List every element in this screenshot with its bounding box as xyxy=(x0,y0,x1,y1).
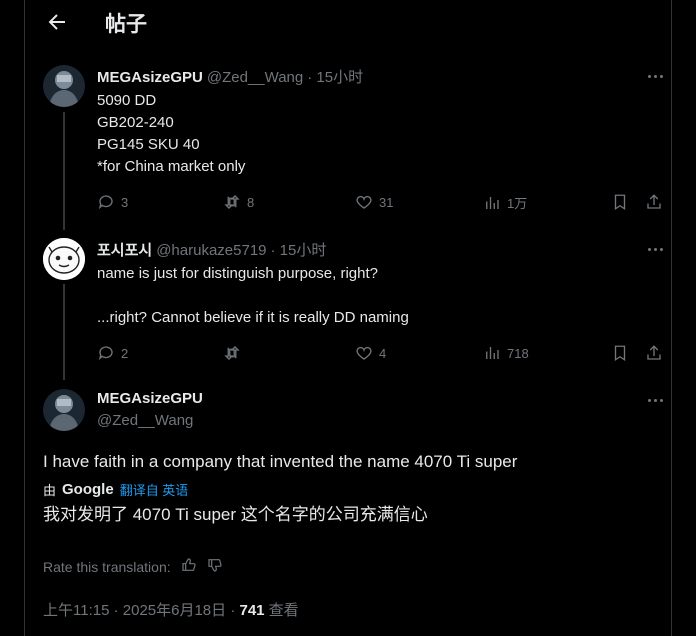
tweet-timestamp[interactable]: 上午11:15 · 2025年6月18日 · xyxy=(43,602,239,619)
tweet-text: I have faith in a company that invented … xyxy=(43,452,518,471)
retweet-icon xyxy=(224,346,240,360)
like-count: 4 xyxy=(379,345,387,361)
page-title: 帖子 xyxy=(105,13,147,36)
views-button[interactable]: 1万 xyxy=(483,193,527,212)
thread-line xyxy=(63,112,65,230)
heart-icon xyxy=(356,195,372,209)
author-handle[interactable]: @Zed__Wang xyxy=(97,412,193,429)
reply-count: 3 xyxy=(121,194,129,210)
back-arrow-icon[interactable] xyxy=(45,10,69,34)
tweet-column: 帖子 MEGAsizeGPU @Zed__Wang · 15小时 5090 DD… xyxy=(24,0,672,636)
more-options-icon[interactable] xyxy=(643,67,667,85)
google-logo: Google xyxy=(62,481,114,498)
view-count: 741 xyxy=(239,602,265,619)
author-name[interactable]: 포시포시 xyxy=(97,239,152,260)
views-chart-icon xyxy=(486,196,499,209)
retweet-button[interactable] xyxy=(223,344,247,362)
tweet-time[interactable]: · 15小时 xyxy=(271,239,327,260)
share-button[interactable] xyxy=(645,193,663,211)
retweet-button[interactable]: 8 xyxy=(223,193,254,211)
like-count: 31 xyxy=(379,194,394,210)
tweet2-header: 포시포시 @harukaze5719 · 15小时 xyxy=(97,239,326,260)
like-button[interactable]: 31 xyxy=(355,193,393,211)
tweet-meta: 上午11:15 · 2025年6月18日 · 741 查看 xyxy=(43,599,299,620)
author-name[interactable]: MEGAsizeGPU xyxy=(97,390,203,407)
translated-from-link[interactable]: 翻译自 英语 xyxy=(120,480,189,499)
share-button[interactable] xyxy=(645,344,663,362)
translated-text: 我对发明了 4070 Ti super 这个名字的公司充满信心 xyxy=(43,505,428,524)
tweet-text: 5090 DD GB202-240 PG145 SKU 40 *for Chin… xyxy=(97,92,246,175)
bookmark-icon xyxy=(614,345,626,362)
thread-line xyxy=(63,284,65,380)
thumbs-up-icon[interactable] xyxy=(181,557,197,576)
retweet-icon xyxy=(224,195,240,209)
avatar[interactable] xyxy=(43,389,85,431)
translation-attribution: 由 Google 翻译自 英语 xyxy=(43,480,188,499)
author-handle[interactable]: @harukaze5719 xyxy=(156,242,266,259)
thumbs-down-icon[interactable] xyxy=(207,557,223,576)
reply-icon xyxy=(98,346,113,361)
more-options-icon[interactable] xyxy=(643,240,667,258)
more-options-icon[interactable] xyxy=(643,391,667,409)
retweet-count: 8 xyxy=(247,194,255,210)
views-chart-icon xyxy=(486,347,499,359)
author-name[interactable]: MEGAsizeGPU xyxy=(97,69,203,86)
share-icon xyxy=(647,345,661,360)
views-count: 1万 xyxy=(507,196,528,211)
rate-label: Rate this translation: xyxy=(43,558,171,575)
like-button[interactable]: 4 xyxy=(355,344,386,362)
tweet-text: name is just for distinguish purpose, ri… xyxy=(97,265,409,326)
tweet-time[interactable]: · 15小时 xyxy=(307,66,363,87)
avatar[interactable] xyxy=(43,65,85,107)
views-count: 718 xyxy=(507,345,529,361)
views-button[interactable]: 718 xyxy=(483,344,529,362)
bookmark-button[interactable] xyxy=(611,193,629,211)
bookmark-button[interactable] xyxy=(611,344,629,362)
rate-translation: Rate this translation: xyxy=(43,557,223,576)
share-icon xyxy=(647,194,661,209)
reply-button[interactable]: 2 xyxy=(97,344,128,362)
author-handle[interactable]: @Zed__Wang xyxy=(207,69,303,86)
bookmark-icon xyxy=(614,194,626,211)
reply-count: 2 xyxy=(121,345,129,361)
heart-icon xyxy=(356,346,372,360)
tweet1-header: MEGAsizeGPU @Zed__Wang · 15小时 xyxy=(97,66,363,87)
avatar[interactable] xyxy=(43,238,85,280)
reply-icon xyxy=(98,195,113,210)
views-label: 查看 xyxy=(264,602,299,619)
translate-prefix: 由 xyxy=(43,483,57,498)
reply-button[interactable]: 3 xyxy=(97,193,128,211)
